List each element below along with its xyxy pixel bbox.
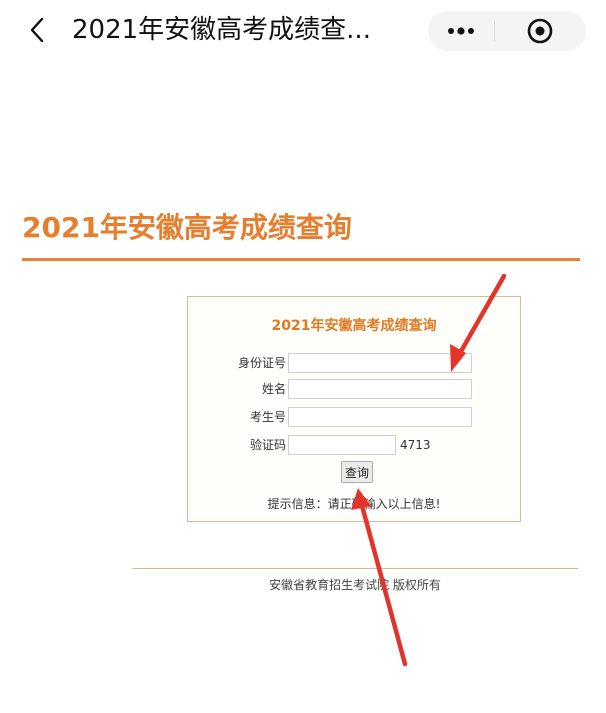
name-input[interactable] (288, 379, 472, 399)
back-button[interactable] (22, 14, 52, 46)
captcha-label: 验证码 (249, 438, 286, 452)
form-title: 2021年安徽高考成绩查询 (271, 318, 437, 334)
footer-divider (132, 568, 578, 569)
name-label: 姓名 (261, 382, 286, 396)
chevron-left-icon (30, 17, 44, 43)
page-heading: 2021年安徽高考成绩查询 (22, 211, 352, 244)
id-number-label: 身份证号 (237, 356, 286, 370)
heading-divider (22, 258, 580, 261)
capsule-divider (494, 21, 495, 41)
close-button[interactable] (510, 11, 570, 51)
mini-program-capsule (428, 11, 586, 51)
captcha-code[interactable]: 4713 (400, 435, 431, 455)
id-number-input[interactable] (288, 353, 472, 373)
more-button[interactable] (428, 11, 494, 51)
more-dots-icon (448, 27, 474, 35)
query-button[interactable]: 查询 (341, 461, 373, 483)
target-close-icon (527, 18, 553, 44)
captcha-input[interactable] (288, 435, 396, 455)
score-query-form: 2021年安徽高考成绩查询 身份证号 姓名 考生号 验证码 4713 查询 提示… (187, 296, 521, 522)
nav-title: 2021年安徽高考成绩查... (72, 15, 371, 45)
footer-copyright: 安徽省教育招生考试院 版权所有 (269, 578, 441, 592)
exam-number-label: 考生号 (249, 410, 286, 424)
tip-message: 提示信息：请正确输入以上信息! (267, 497, 441, 511)
exam-number-input[interactable] (288, 407, 472, 427)
top-nav-bar: 2021年安徽高考成绩查... (0, 0, 606, 62)
